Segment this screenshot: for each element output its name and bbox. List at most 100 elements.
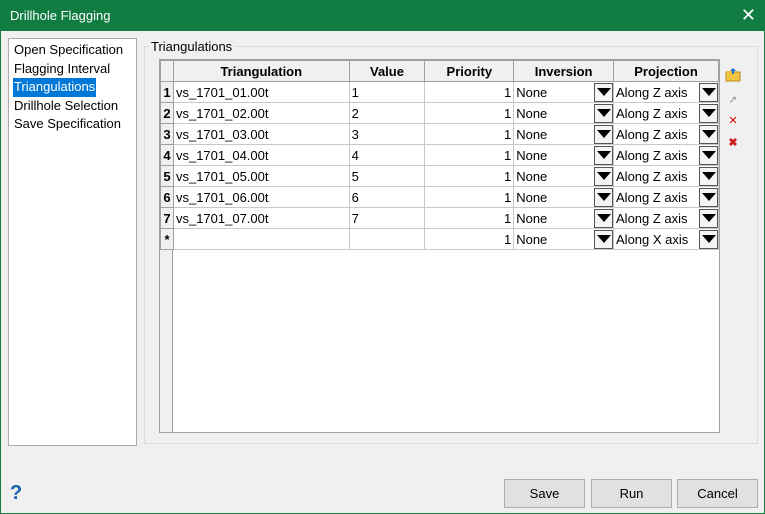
nav-item-open-specification[interactable]: Open Specification [13,41,124,60]
priority-cell[interactable]: 1 [424,144,515,166]
triangulation-cell[interactable]: vs_1701_04.00t [172,144,350,166]
inversion-dropdown[interactable]: None [515,124,613,144]
chevron-down-icon[interactable] [699,208,718,228]
inversion-dropdown[interactable]: None [515,229,613,249]
inversion-dropdown[interactable]: None [515,208,613,228]
chevron-down-icon[interactable] [699,103,718,123]
inversion-dropdown[interactable]: None [515,145,613,165]
nav-item-flagging-interval[interactable]: Flagging Interval [13,60,111,79]
triangulation-cell[interactable]: vs_1701_07.00t [172,207,350,229]
triangulation-cell[interactable] [172,228,350,250]
projection-dropdown[interactable]: Along Z axis [615,124,718,144]
chevron-down-icon[interactable] [594,103,613,123]
chevron-down-icon[interactable] [699,124,718,144]
row-number[interactable]: 1 [160,81,174,103]
projection-value: Along Z axis [616,210,688,226]
help-icon[interactable]: ? [10,482,22,505]
table-row[interactable]: 7 vs_1701_07.00t 7 1 None Along Z axis [160,207,719,229]
chevron-down-icon[interactable] [699,187,718,207]
chevron-down-icon[interactable] [594,187,613,207]
value-cell[interactable]: 7 [348,207,426,229]
nav-item-triangulations[interactable]: Triangulations [13,78,97,97]
chevron-down-icon[interactable] [699,166,718,186]
inversion-value: None [516,168,548,184]
triangulation-cell[interactable]: vs_1701_01.00t [172,81,350,103]
close-icon[interactable]: ✕ [741,5,756,26]
save-button[interactable]: Save [504,479,585,508]
header-value[interactable]: Value [348,60,426,82]
value-cell[interactable]: 6 [348,186,426,208]
row-number[interactable]: * [160,228,174,250]
value-cell[interactable]: 5 [348,165,426,187]
projection-dropdown[interactable]: Along X axis [615,229,718,249]
priority-cell[interactable]: 1 [424,228,515,250]
row-number[interactable]: 7 [160,207,174,229]
projection-dropdown[interactable]: Along Z axis [615,187,718,207]
table-row[interactable]: 5 vs_1701_05.00t 5 1 None Along Z axis [160,165,719,187]
priority-cell[interactable]: 1 [424,165,515,187]
inversion-dropdown[interactable]: None [515,82,613,102]
projection-value: Along Z axis [616,126,688,142]
chevron-down-icon[interactable] [699,145,718,165]
chevron-down-icon[interactable] [594,145,613,165]
projection-dropdown[interactable]: Along Z axis [615,208,718,228]
table-row[interactable]: 2 vs_1701_02.00t 2 1 None Along Z axis [160,102,719,124]
open-folder-icon[interactable] [725,68,741,84]
projection-value: Along Z axis [616,168,688,184]
value-cell[interactable]: 2 [348,102,426,124]
inversion-dropdown[interactable]: None [515,166,613,186]
cancel-button[interactable]: Cancel [677,479,758,508]
projection-dropdown[interactable]: Along Z axis [615,166,718,186]
triangulation-cell[interactable]: vs_1701_03.00t [172,123,350,145]
table-row[interactable]: 4 vs_1701_04.00t 4 1 None Along Z axis [160,144,719,166]
value-cell[interactable] [348,228,426,250]
inversion-dropdown[interactable]: None [515,187,613,207]
value-cell[interactable]: 4 [348,144,426,166]
header-inversion[interactable]: Inversion [513,60,615,82]
delete-icon[interactable]: ✖ [725,136,741,152]
triangulations-grid[interactable]: Triangulation Value Priority Inversion P… [159,59,720,433]
row-number[interactable]: 6 [160,186,174,208]
run-button[interactable]: Run [591,479,672,508]
chevron-down-icon[interactable] [594,229,613,249]
header-triangulation[interactable]: Triangulation [172,60,350,82]
priority-cell[interactable]: 1 [424,123,515,145]
nav-list[interactable]: Open Specification Flagging Interval Tri… [8,38,137,446]
chevron-down-icon[interactable] [594,82,613,102]
priority-cell[interactable]: 1 [424,102,515,124]
triangulation-cell[interactable]: vs_1701_02.00t [172,102,350,124]
projection-dropdown[interactable]: Along Z axis [615,82,718,102]
header-priority[interactable]: Priority [424,60,515,82]
table-row[interactable]: 1 vs_1701_01.00t 1 1 None Along Z axis [160,81,719,103]
priority-cell[interactable]: 1 [424,186,515,208]
table-row[interactable]: * 1 None Along X axis [160,228,719,250]
chevron-down-icon[interactable] [594,166,613,186]
nav-item-save-specification[interactable]: Save Specification [13,115,122,134]
nav-item-drillhole-selection[interactable]: Drillhole Selection [13,97,119,116]
priority-cell[interactable]: 1 [424,207,515,229]
table-row[interactable]: 3 vs_1701_03.00t 3 1 None Along Z axis [160,123,719,145]
corner-header [160,60,174,82]
projection-value: Along Z axis [616,105,688,121]
row-number[interactable]: 4 [160,144,174,166]
row-number[interactable]: 5 [160,165,174,187]
priority-cell[interactable]: 1 [424,81,515,103]
inversion-dropdown[interactable]: None [515,103,613,123]
row-number[interactable]: 3 [160,123,174,145]
header-projection[interactable]: Projection [613,60,719,82]
chevron-down-icon[interactable] [594,208,613,228]
select-pointer-icon[interactable]: ➚ [725,93,741,109]
chevron-down-icon[interactable] [699,82,718,102]
value-cell[interactable]: 3 [348,123,426,145]
remove-selected-icon[interactable]: ✕ [725,114,741,130]
triangulation-cell[interactable]: vs_1701_06.00t [172,186,350,208]
chevron-down-icon[interactable] [699,229,718,249]
projection-dropdown[interactable]: Along Z axis [615,103,718,123]
triangulation-cell[interactable]: vs_1701_05.00t [172,165,350,187]
chevron-down-icon[interactable] [594,124,613,144]
projection-value: Along Z axis [616,189,688,205]
value-cell[interactable]: 1 [348,81,426,103]
row-number[interactable]: 2 [160,102,174,124]
projection-dropdown[interactable]: Along Z axis [615,145,718,165]
table-row[interactable]: 6 vs_1701_06.00t 6 1 None Along Z axis [160,186,719,208]
